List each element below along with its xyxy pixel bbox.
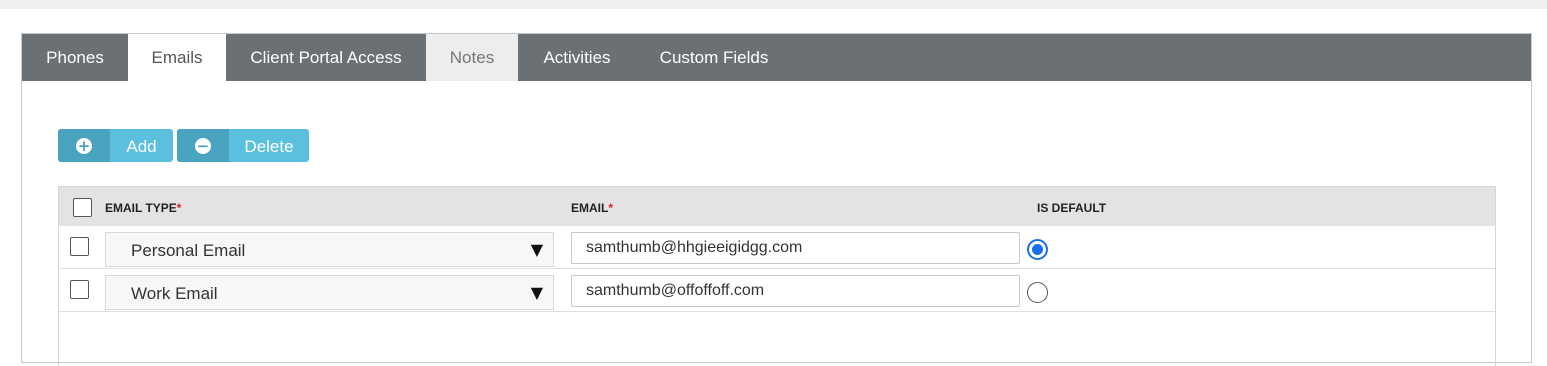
tab-custom-fields[interactable]: Custom Fields (636, 34, 792, 81)
tab-notes[interactable]: Notes (426, 34, 518, 81)
required-marker: * (176, 201, 182, 215)
dropdown-arrow-icon: ▼ (530, 283, 543, 302)
required-marker: * (608, 201, 614, 215)
row-checkbox[interactable] (70, 237, 89, 256)
add-button-label: Add (126, 137, 157, 156)
column-header-email-type: EMAIL TYPE* (105, 201, 181, 215)
delete-icon-box: − (177, 129, 229, 162)
email-type-value: Personal Email (131, 241, 246, 260)
delete-button[interactable]: − Delete (177, 129, 309, 162)
email-input[interactable]: samthumb@offoffoff.com (571, 275, 1020, 307)
tab-bar: Phones Emails Client Portal Access Notes… (22, 34, 1531, 81)
table-row: Personal Email ▼ samthumb@hhgieeigidgg.c… (59, 226, 1495, 269)
emails-grid: EMAIL TYPE* EMAIL* IS DEFAULT Personal E… (58, 186, 1496, 366)
tab-phones[interactable]: Phones (22, 34, 128, 81)
add-button[interactable]: + Add (58, 129, 173, 162)
grid-header: EMAIL TYPE* EMAIL* IS DEFAULT (59, 186, 1495, 226)
table-row: Work Email ▼ samthumb@offoffoff.com (59, 269, 1495, 312)
select-all-checkbox[interactable] (73, 198, 92, 217)
column-header-email: EMAIL* (571, 201, 613, 215)
tab-client-portal-access[interactable]: Client Portal Access (226, 34, 426, 81)
column-header-is-default: IS DEFAULT (1037, 201, 1107, 215)
default-radio[interactable] (1027, 239, 1048, 260)
plus-circle-icon: + (76, 136, 92, 155)
tab-emails[interactable]: Emails (128, 34, 226, 81)
row-checkbox[interactable] (70, 280, 89, 299)
email-type-header-label: EMAIL TYPE (105, 201, 177, 215)
contact-details-panel: Phones Emails Client Portal Access Notes… (21, 33, 1532, 366)
email-type-value: Work Email (131, 284, 218, 303)
email-input[interactable]: samthumb@hhgieeigidgg.com (571, 232, 1020, 264)
email-type-select[interactable]: Work Email ▼ (105, 275, 554, 310)
delete-button-label: Delete (244, 137, 294, 156)
default-radio[interactable] (1027, 282, 1048, 303)
add-icon-box: + (58, 129, 110, 162)
dropdown-arrow-icon: ▼ (530, 240, 543, 259)
top-strip (0, 0, 1547, 9)
tab-activities[interactable]: Activities (518, 34, 636, 81)
email-type-select[interactable]: Personal Email ▼ (105, 232, 554, 267)
email-header-label: EMAIL (571, 201, 609, 215)
minus-circle-icon: − (195, 136, 211, 155)
